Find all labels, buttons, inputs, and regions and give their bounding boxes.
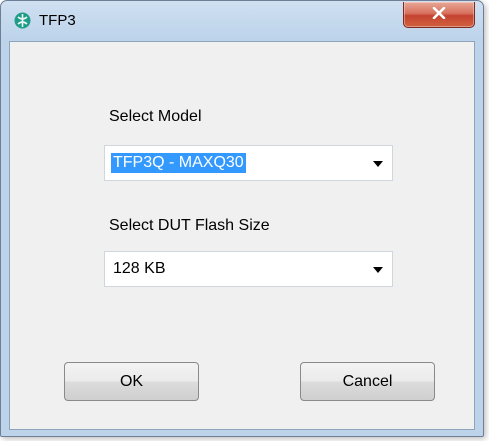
dialog-content: Select Model TFP3Q - MAXQ30 Select DUT F… bbox=[9, 41, 475, 430]
model-select[interactable]: TFP3Q - MAXQ30 bbox=[104, 145, 393, 181]
cancel-button[interactable]: Cancel bbox=[300, 362, 435, 401]
close-button[interactable] bbox=[403, 2, 475, 28]
flash-size-label: Select DUT Flash Size bbox=[109, 217, 270, 234]
dialog-window: TFP3 Select Model TFP3Q - MAXQ30 Select … bbox=[0, 0, 484, 437]
chevron-down-icon[interactable] bbox=[373, 161, 383, 167]
chevron-down-icon[interactable] bbox=[373, 267, 383, 273]
flash-size-select-value: 128 KB bbox=[113, 260, 166, 277]
model-select-value: TFP3Q - MAXQ30 bbox=[111, 153, 246, 173]
close-icon bbox=[432, 6, 446, 24]
ok-button[interactable]: OK bbox=[64, 362, 199, 401]
title-bar[interactable]: TFP3 bbox=[1, 1, 483, 41]
model-label: Select Model bbox=[109, 108, 202, 125]
flash-size-select[interactable]: 128 KB bbox=[104, 251, 393, 287]
app-icon bbox=[14, 12, 31, 29]
window-title: TFP3 bbox=[39, 12, 76, 29]
